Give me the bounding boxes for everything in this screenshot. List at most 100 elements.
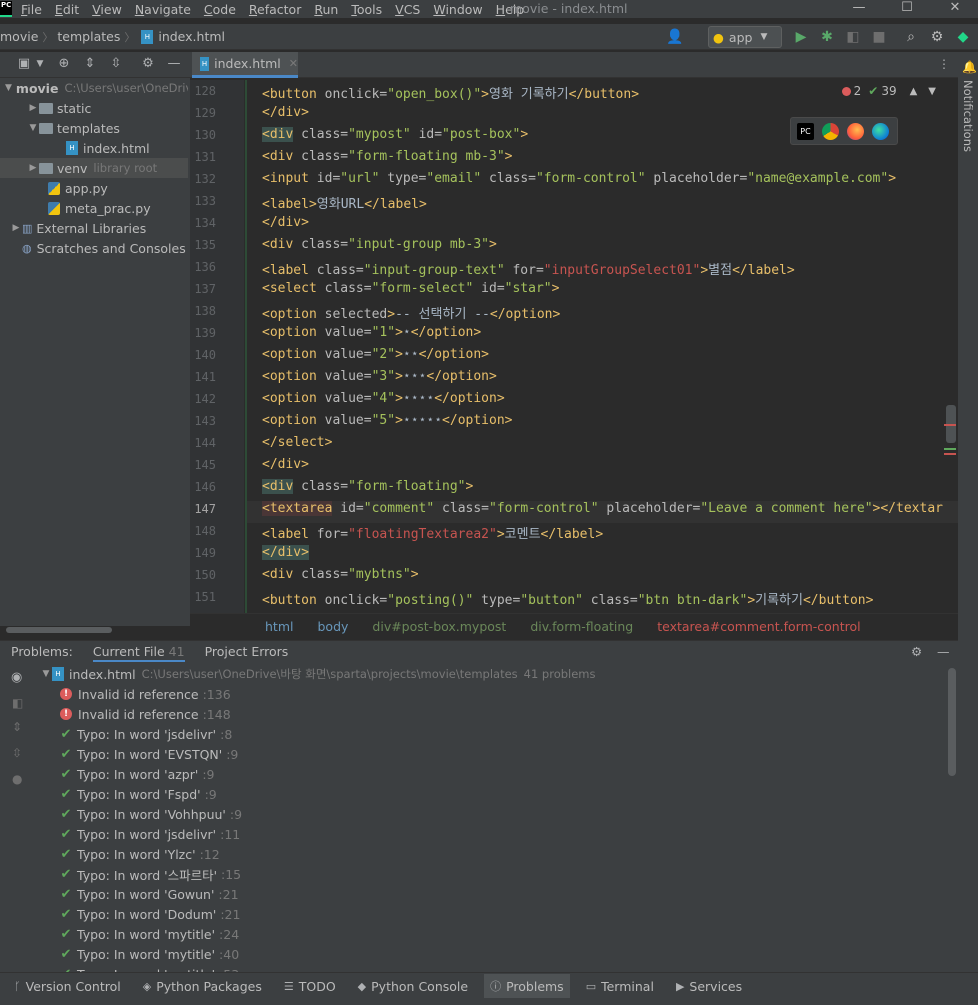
nav-crumb-file[interactable]: index.html: [158, 29, 225, 44]
chevron-down-icon[interactable]: ▼: [32, 56, 48, 72]
problem-item[interactable]: ! Invalid id reference:148: [60, 704, 231, 724]
menu-edit[interactable]: Edit: [51, 2, 83, 17]
expand-all-icon[interactable]: ⇕: [12, 720, 22, 734]
menu-code[interactable]: Code: [200, 2, 240, 17]
nav-crumb-project[interactable]: movie: [0, 29, 38, 44]
problem-item[interactable]: ✔ Typo: In word 'Dodum':21: [60, 904, 241, 924]
tab-services[interactable]: ▶ Services: [676, 979, 742, 994]
coverage-icon[interactable]: ◧: [844, 28, 862, 46]
problems-file-row[interactable]: ▼ H index.html C:\Users\user\OneDrive\바탕…: [40, 664, 596, 684]
problem-item[interactable]: ✔ Typo: In word 'Vohhpuu':9: [60, 804, 242, 824]
problem-item[interactable]: ✔ Typo: In word 'mytitle':24: [60, 924, 240, 944]
problem-item[interactable]: ✔ Typo: In word 'jsdelivr':11: [60, 824, 241, 844]
tree-item-external-libraries[interactable]: ▶ ▥ External Libraries: [0, 218, 188, 238]
user-icon[interactable]: 👤: [666, 28, 684, 46]
typo-stripe-marker[interactable]: [944, 448, 956, 450]
notifications-tab[interactable]: Notifications: [961, 80, 975, 152]
menu-run[interactable]: Run: [310, 2, 342, 17]
menu-tools[interactable]: Tools: [347, 2, 386, 17]
collapse-all-icon[interactable]: ⇳: [12, 746, 22, 760]
tree-item-movie[interactable]: ▼ movie C:\Users\user\OneDrive: [0, 78, 188, 98]
error-stripe-marker[interactable]: [944, 453, 956, 455]
line-number: 134: [194, 216, 216, 230]
problems-scrollbar[interactable]: [948, 668, 956, 776]
problem-line: :21: [220, 906, 241, 922]
problem-item[interactable]: ✔ Typo: In word 'EVSTQN':9: [60, 744, 239, 764]
hide-icon[interactable]: —: [937, 644, 950, 659]
tab-project-errors[interactable]: Project Errors: [205, 644, 289, 659]
breadcrumb-body[interactable]: body: [317, 619, 348, 634]
problem-item[interactable]: ✔ Typo: In word 'mytitle':40: [60, 944, 240, 964]
menu-vcs[interactable]: VCS: [391, 2, 424, 17]
close-icon[interactable]: ✕: [932, 0, 978, 18]
breadcrumb-html[interactable]: html: [265, 619, 293, 634]
breadcrumb-post-box[interactable]: div#post-box.mypost: [372, 619, 506, 634]
breadcrumb-textarea[interactable]: textarea#comment.form-control: [657, 619, 860, 634]
code-editor[interactable]: 128 129 130 131 132 133 134 135 136 137 138 139 140 1…: [190, 80, 958, 613]
expand-all-icon[interactable]: ⇕: [82, 56, 98, 72]
tab-todo[interactable]: ☰ TODO: [284, 979, 336, 994]
problem-item[interactable]: ! Invalid id reference:136: [60, 684, 231, 704]
problem-item[interactable]: ✔ Typo: In word 'Fspd':9: [60, 784, 217, 804]
error-stripe-marker[interactable]: [944, 424, 956, 426]
nav-crumb-folder[interactable]: templates: [57, 29, 120, 44]
tab-version-control[interactable]: ᚴ Version Control: [14, 979, 121, 994]
tab-problems[interactable]: ⓘ Problems: [484, 974, 570, 998]
more-icon[interactable]: ⋮: [938, 57, 950, 71]
run-icon[interactable]: ▶: [792, 28, 810, 46]
problem-item[interactable]: ✔ Typo: In word 'Gowun':21: [60, 884, 239, 904]
problem-line: :9: [226, 746, 239, 762]
tree-item-meta-prac-py[interactable]: meta_prac.py: [0, 198, 188, 218]
bell-icon[interactable]: 🔔: [962, 60, 977, 74]
edge-icon[interactable]: [872, 122, 889, 140]
problem-item[interactable]: ✔Typo: In word 'mytitle':53: [60, 964, 240, 973]
run-config-select[interactable]: ● app ▼: [708, 26, 782, 48]
typo-icon: ✔: [60, 806, 72, 822]
firefox-icon[interactable]: [847, 122, 864, 140]
menu-refactor[interactable]: Refactor: [245, 2, 305, 17]
chevron-down-icon[interactable]: ▼: [928, 86, 936, 97]
tab-python-console[interactable]: ◆ Python Console: [358, 979, 468, 994]
collapse-all-icon[interactable]: ⇳: [108, 56, 124, 72]
gear-icon[interactable]: ⚙: [928, 28, 946, 46]
tab-python-packages[interactable]: ◈ Python Packages: [143, 979, 262, 994]
eye-icon[interactable]: ◉: [11, 670, 22, 685]
locate-icon[interactable]: ⊕: [56, 56, 72, 72]
problem-item[interactable]: ✔ Typo: In word 'Ylzc':12: [60, 844, 220, 864]
debug-icon[interactable]: ✱: [818, 28, 836, 46]
search-icon[interactable]: ⌕: [902, 28, 920, 46]
close-icon[interactable]: ✕: [289, 57, 298, 70]
stop-icon[interactable]: ■: [870, 28, 888, 46]
problem-item[interactable]: ✔ Typo: In word 'azpr':9: [60, 764, 215, 784]
tree-item-index-html[interactable]: H index.html: [0, 138, 188, 158]
hide-icon[interactable]: —: [166, 56, 182, 72]
menu-window[interactable]: Window: [429, 2, 486, 17]
preview-icon[interactable]: ◧: [12, 696, 23, 710]
problem-item[interactable]: ✔ Typo: In word '스파르타':15: [60, 864, 242, 884]
tab-index-html[interactable]: H index.html ✕: [192, 52, 298, 78]
horizontal-scrollbar[interactable]: [6, 627, 112, 633]
project-view-icon[interactable]: ▣: [16, 56, 32, 72]
tree-item-templates[interactable]: ▼ templates: [0, 118, 188, 138]
minimize-icon[interactable]: —: [836, 0, 882, 18]
tree-item-static[interactable]: ▶ static: [0, 98, 188, 118]
menu-navigate[interactable]: Navigate: [131, 2, 195, 17]
tree-item-app-py[interactable]: app.py: [0, 178, 188, 198]
lightbulb-icon[interactable]: ●: [12, 772, 22, 786]
tab-current-file[interactable]: Current File 41: [92, 641, 185, 663]
chrome-icon[interactable]: [822, 122, 839, 140]
breadcrumb-form-floating[interactable]: div.form-floating: [530, 619, 633, 634]
tree-item-venv[interactable]: ▶ venv library root: [0, 158, 188, 178]
jetbrains-toolbox-icon[interactable]: ◆: [954, 28, 972, 46]
chevron-up-icon[interactable]: ▲: [910, 86, 918, 97]
tab-terminal[interactable]: ▭ Terminal: [586, 979, 654, 994]
menu-file[interactable]: File: [17, 2, 46, 17]
maximize-icon[interactable]: ☐: [884, 0, 930, 18]
problem-item[interactable]: ✔ Typo: In word 'jsdelivr':8: [60, 724, 233, 744]
gear-icon[interactable]: ⚙: [140, 56, 156, 72]
inspection-widget[interactable]: 2 ✔ 39 ▲ ▼: [841, 84, 936, 98]
menu-view[interactable]: View: [88, 2, 126, 17]
pycharm-browser-icon[interactable]: PC: [797, 122, 814, 140]
gear-icon[interactable]: ⚙: [911, 644, 922, 659]
tree-item-scratches[interactable]: ◍ Scratches and Consoles: [0, 238, 188, 258]
